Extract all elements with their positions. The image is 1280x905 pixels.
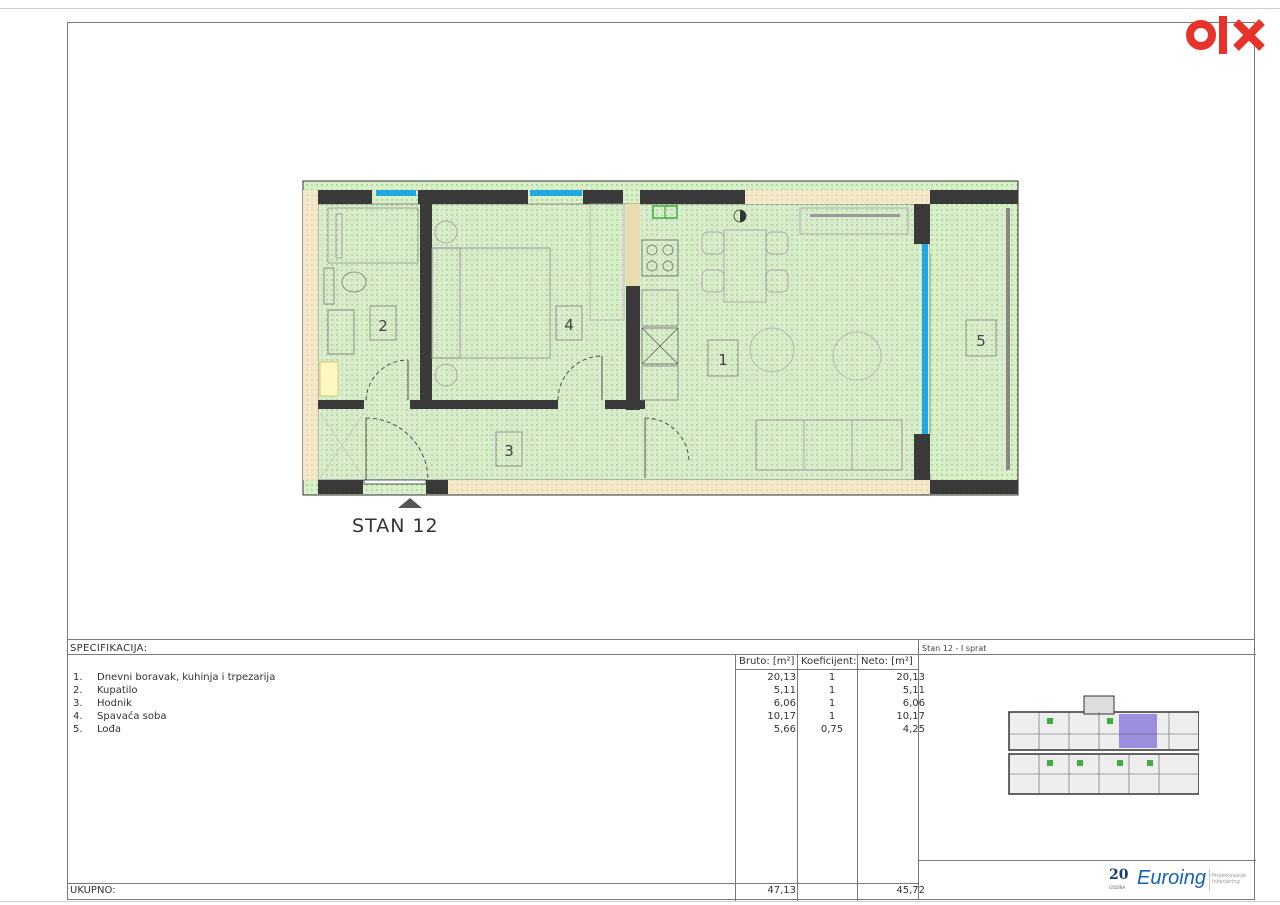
brand-subtitle: Projektovanje Inženjering	[1212, 873, 1246, 885]
bruto-value: 6,06	[773, 698, 796, 709]
neto-value: 6,06	[902, 698, 925, 709]
row-number: 2.	[73, 685, 83, 696]
table-row: 4. Spavaća soba 10,17 1 10,17	[67, 711, 925, 724]
room-name: Hodnik	[97, 698, 132, 709]
room-name: Dnevni boravak, kuhinja i trpezarija	[97, 672, 276, 683]
euroing-brand: 20 GODINA Euroing Projektovanje Inženjer…	[1109, 865, 1249, 895]
key-plan-title: Stan 12 - I sprat	[922, 644, 987, 653]
logo-l	[1219, 16, 1227, 54]
room-label-5: 5	[976, 332, 986, 350]
anniversary-sub: GODINA	[1109, 885, 1126, 890]
logo-o	[1186, 20, 1216, 50]
room-name: Spavaća soba	[97, 711, 167, 722]
room-name: Kupatilo	[97, 685, 138, 696]
room-label-4: 4	[564, 316, 574, 334]
neto-value: 10,17	[896, 711, 925, 722]
wall-bottom-insulation	[448, 480, 930, 494]
anniversary-number: 20	[1109, 867, 1129, 883]
koef-value: 1	[828, 711, 836, 722]
column-header-neto: Neto: [m²]	[861, 656, 913, 667]
table-row: 2. Kupatilo 5,11 1 5,11	[67, 685, 925, 698]
specification-table: SPECIFIKACIJA: Bruto: [m²] Koeficijent: …	[67, 639, 925, 901]
spec-title: SPECIFIKACIJA:	[70, 643, 148, 654]
room-label-2: 2	[378, 317, 388, 335]
column-header-koef: Koeficijent:	[801, 656, 857, 667]
koef-value: 0,75	[820, 724, 844, 735]
row-number: 4.	[73, 711, 83, 722]
total-bruto: 47,13	[767, 885, 796, 896]
highlighted-apartment	[1119, 714, 1157, 748]
koef-value: 1	[828, 672, 836, 683]
bruto-value: 10,17	[767, 711, 796, 722]
room-label-1: 1	[718, 351, 728, 369]
wall-top-insulation	[745, 190, 930, 204]
brand-name: Euroing	[1137, 867, 1206, 889]
wall-left-insulation	[303, 190, 318, 480]
olx-logo[interactable]	[1186, 12, 1272, 58]
building-key-plan	[1008, 695, 1199, 795]
koef-value: 1	[828, 698, 836, 709]
row-number: 5.	[73, 724, 83, 735]
top-rule	[0, 8, 1280, 9]
table-row: 5. Lođa 5,66 0,75 4,25	[67, 724, 925, 737]
bottom-rule	[0, 901, 1280, 902]
table-row: 3. Hodnik 6,06 1 6,06	[67, 698, 925, 711]
bruto-value: 5,66	[773, 724, 796, 735]
table-row: 1. Dnevni boravak, kuhinja i trpezarija …	[67, 672, 925, 685]
total-label: UKUPNO:	[70, 885, 116, 896]
room-name: Lođa	[97, 724, 121, 735]
bruto-value: 5,11	[773, 685, 796, 696]
total-neto: 45,72	[896, 885, 925, 896]
entrance-arrow-icon	[398, 498, 422, 508]
neto-value: 4,25	[902, 724, 925, 735]
neto-value: 5,11	[902, 685, 925, 696]
key-plan-panel: Stan 12 - I sprat 20 GODINA Euroing Proj…	[918, 639, 1256, 900]
room-label-3: 3	[504, 442, 514, 460]
koef-value: 1	[828, 685, 836, 696]
apartment-label: STAN 12	[352, 515, 439, 537]
row-number: 3.	[73, 698, 83, 709]
column-header-bruto: Bruto: [m²]	[739, 656, 795, 667]
bruto-value: 20,13	[767, 672, 796, 683]
floor-plan: 2 4 3 1 5	[302, 180, 1019, 508]
row-number: 1.	[73, 672, 83, 683]
neto-value: 20,13	[896, 672, 925, 683]
